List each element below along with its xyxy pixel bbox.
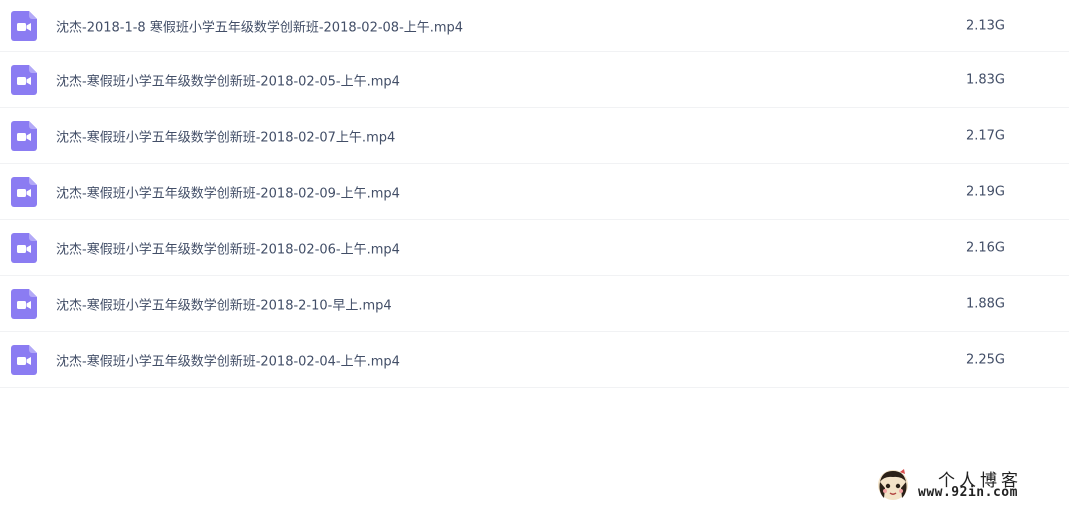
file-row[interactable]: 沈杰-寒假班小学五年级数学创新班-2018-02-09-上午.mp4 2.19G — [0, 164, 1069, 220]
file-size: 2.16G — [965, 240, 1005, 255]
file-row[interactable]: 沈杰-2018-1-8 寒假班小学五年级数学创新班-2018-02-08-上午.… — [0, 0, 1069, 52]
file-row[interactable]: 沈杰-寒假班小学五年级数学创新班-2018-02-06-上午.mp4 2.16G — [0, 220, 1069, 276]
watermark-url: www.92in.com — [918, 485, 1018, 500]
file-list: 沈杰-2018-1-8 寒假班小学五年级数学创新班-2018-02-08-上午.… — [0, 0, 1069, 388]
file-size: 2.19G — [965, 184, 1005, 199]
video-file-icon — [11, 120, 37, 151]
file-name[interactable]: 沈杰-寒假班小学五年级数学创新班-2018-02-04-上午.mp4 — [56, 350, 400, 369]
file-name[interactable]: 沈杰-寒假班小学五年级数学创新班-2018-02-05-上午.mp4 — [56, 70, 400, 89]
video-file-icon — [11, 288, 37, 319]
file-name[interactable]: 沈杰-寒假班小学五年级数学创新班-2018-02-07上午.mp4 — [56, 126, 395, 145]
file-name[interactable]: 沈杰-寒假班小学五年级数学创新班-2018-02-09-上午.mp4 — [56, 182, 400, 201]
file-size: 2.17G — [965, 128, 1005, 143]
video-file-icon — [11, 176, 37, 207]
file-size: 1.83G — [965, 72, 1005, 87]
file-row[interactable]: 沈杰-寒假班小学五年级数学创新班-2018-02-04-上午.mp4 2.25G — [0, 332, 1069, 388]
video-file-icon — [11, 232, 37, 263]
file-row[interactable]: 沈杰-寒假班小学五年级数学创新班-2018-2-10-早上.mp4 1.88G — [0, 276, 1069, 332]
file-name[interactable]: 沈杰-寒假班小学五年级数学创新班-2018-02-06-上午.mp4 — [56, 238, 400, 257]
file-row[interactable]: 沈杰-寒假班小学五年级数学创新班-2018-02-05-上午.mp4 1.83G — [0, 52, 1069, 108]
file-size: 1.88G — [965, 296, 1005, 311]
file-name[interactable]: 沈杰-寒假班小学五年级数学创新班-2018-2-10-早上.mp4 — [56, 294, 392, 313]
blog-watermark: 个人博客 www.92in.com — [872, 466, 1062, 502]
video-file-icon — [11, 10, 37, 41]
file-size: 2.13G — [965, 18, 1005, 33]
avatar-icon — [878, 469, 908, 500]
file-row[interactable]: 沈杰-寒假班小学五年级数学创新班-2018-02-07上午.mp4 2.17G — [0, 108, 1069, 164]
video-file-icon — [11, 344, 37, 375]
file-size: 2.25G — [965, 352, 1005, 367]
file-name[interactable]: 沈杰-2018-1-8 寒假班小学五年级数学创新班-2018-02-08-上午.… — [56, 16, 463, 35]
video-file-icon — [11, 64, 37, 95]
